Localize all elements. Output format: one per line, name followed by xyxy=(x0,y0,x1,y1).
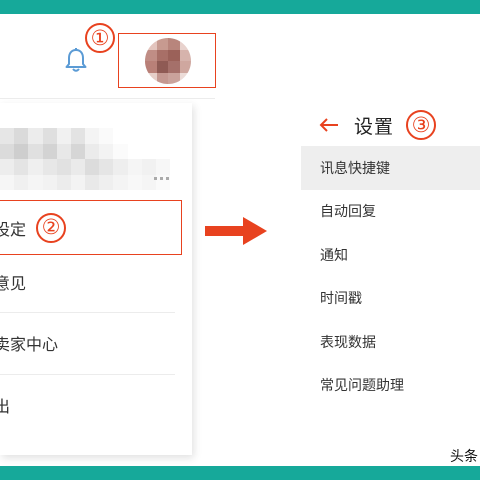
settings-item-label: 讯息快捷键 xyxy=(320,160,390,177)
settings-header: 设置 ③ xyxy=(318,110,437,140)
screenshot-frame: ① 设定 ② 意见 卖家中心 出 xyxy=(0,0,480,480)
menu-item-seller-center-label: 卖家中心 xyxy=(0,335,59,354)
step-marker-1: ① xyxy=(85,23,115,53)
settings-item-faq-assistant[interactable]: 常见问题助理 xyxy=(301,364,480,408)
arrow-left-icon[interactable] xyxy=(318,117,340,133)
settings-item-label: 时间戳 xyxy=(320,291,362,308)
menu-divider xyxy=(0,312,175,313)
blurred-ellipsis xyxy=(154,177,169,180)
menu-item-logout[interactable]: 出 xyxy=(0,380,182,430)
header-divider xyxy=(0,98,215,99)
watermark: 头条 xyxy=(450,449,478,465)
bell-icon[interactable] xyxy=(62,46,90,74)
step-marker-2: ② xyxy=(36,212,67,243)
settings-item-timestamp[interactable]: 时间戳 xyxy=(301,277,480,321)
settings-item-label: 表现数据 xyxy=(320,334,376,351)
bottom-accent-bar xyxy=(0,466,480,480)
menu-item-settings[interactable]: 设定 ② xyxy=(0,200,182,255)
step-marker-3: ③ xyxy=(406,110,437,140)
settings-item-label: 通知 xyxy=(320,247,348,264)
settings-item-performance-data[interactable]: 表现数据 xyxy=(301,320,480,364)
menu-item-feedback[interactable]: 意见 xyxy=(0,257,182,307)
menu-item-feedback-label: 意见 xyxy=(0,274,27,293)
menu-item-logout-label: 出 xyxy=(0,397,11,416)
settings-item-auto-reply[interactable]: 自动回复 xyxy=(301,190,480,234)
settings-item-notifications[interactable]: 通知 xyxy=(301,233,480,277)
settings-item-label: 常见问题助理 xyxy=(320,378,404,395)
settings-title: 设置 xyxy=(354,115,395,138)
avatar[interactable] xyxy=(145,38,191,84)
blurred-account-info xyxy=(0,128,170,190)
menu-item-seller-center[interactable]: 卖家中心 xyxy=(0,318,182,368)
top-accent-bar xyxy=(0,0,480,14)
settings-item-label: 自动回复 xyxy=(320,204,376,221)
right-arrow-icon xyxy=(205,217,267,245)
settings-menu: 讯息快捷键 自动回复 通知 时间戳 表现数据 常见问题助理 xyxy=(301,146,480,407)
menu-item-settings-label: 设定 xyxy=(0,219,27,239)
settings-item-chat-shortcuts[interactable]: 讯息快捷键 xyxy=(301,146,480,190)
menu-divider xyxy=(0,374,175,375)
